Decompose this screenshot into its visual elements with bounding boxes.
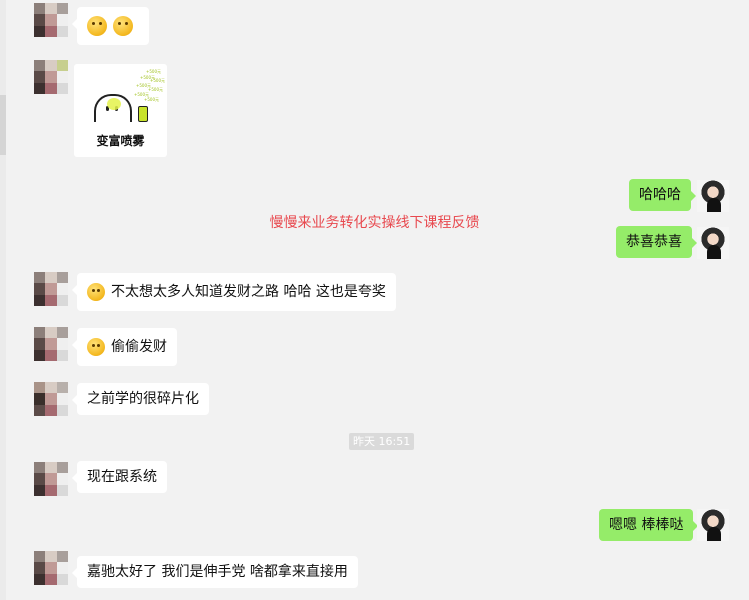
message-text: 不太想太多人知道发财之路 哈哈 这也是夸奖: [111, 284, 386, 300]
message-bubble[interactable]: 偷偷发财: [72, 328, 177, 366]
character-blush: [107, 98, 121, 110]
sticker-message[interactable]: +500元 +500元 +500元 +500元 +500元 +500元 +500…: [74, 64, 167, 157]
grinning-face-emoji-icon: [113, 16, 133, 36]
self-avatar[interactable]: [697, 227, 729, 259]
profile-photo: [697, 180, 729, 212]
spray-bottle-icon: [138, 106, 148, 122]
message-text: 嗯嗯 棒棒哒: [609, 517, 684, 533]
message-bubble[interactable]: 嘉驰太好了 我们是伸手党 啥都拿来直接用: [72, 556, 358, 588]
message-text: 之前学的很碎片化: [87, 391, 199, 407]
message-text: 恭喜恭喜: [626, 234, 682, 250]
contact-avatar[interactable]: [34, 3, 68, 37]
message-bubble[interactable]: 之前学的很碎片化: [72, 383, 209, 415]
contact-avatar[interactable]: [34, 382, 68, 416]
contact-avatar[interactable]: [34, 462, 68, 496]
scrollbar-thumb[interactable]: [0, 95, 6, 155]
self-avatar[interactable]: [697, 180, 729, 212]
message-bubble[interactable]: 恭喜恭喜: [616, 226, 697, 258]
profile-photo: [697, 509, 729, 541]
message-bubble[interactable]: 不太想太多人知道发财之路 哈哈 这也是夸奖: [72, 273, 396, 311]
message-bubble[interactable]: 现在跟系统: [72, 461, 167, 493]
message-bubble[interactable]: [72, 7, 149, 45]
sticker-caption: 变富喷雾: [96, 134, 145, 148]
self-avatar[interactable]: [697, 509, 729, 541]
profile-photo: [697, 227, 729, 259]
message-bubble[interactable]: 哈哈哈: [629, 179, 696, 211]
message-text: 偷偷发财: [111, 339, 167, 355]
message-bubble[interactable]: 嗯嗯 棒棒哒: [599, 509, 699, 541]
chat-window: +500元 +500元 +500元 +500元 +500元 +500元 +500…: [0, 0, 749, 600]
message-text: 现在跟系统: [87, 469, 157, 485]
laughing-face-emoji-icon: [87, 283, 105, 301]
contact-avatar[interactable]: [34, 272, 68, 306]
contact-avatar[interactable]: [34, 551, 68, 585]
message-text: 哈哈哈: [639, 187, 681, 203]
contact-avatar[interactable]: [34, 327, 68, 361]
contact-avatar[interactable]: [34, 60, 68, 94]
grinning-face-emoji-icon: [87, 16, 107, 36]
message-text: 嘉驰太好了 我们是伸手党 啥都拿来直接用: [87, 564, 348, 580]
sneaky-face-emoji-icon: [87, 338, 105, 356]
timestamp-chip: 昨天 16:51: [349, 433, 415, 450]
scrollbar[interactable]: [0, 0, 6, 600]
